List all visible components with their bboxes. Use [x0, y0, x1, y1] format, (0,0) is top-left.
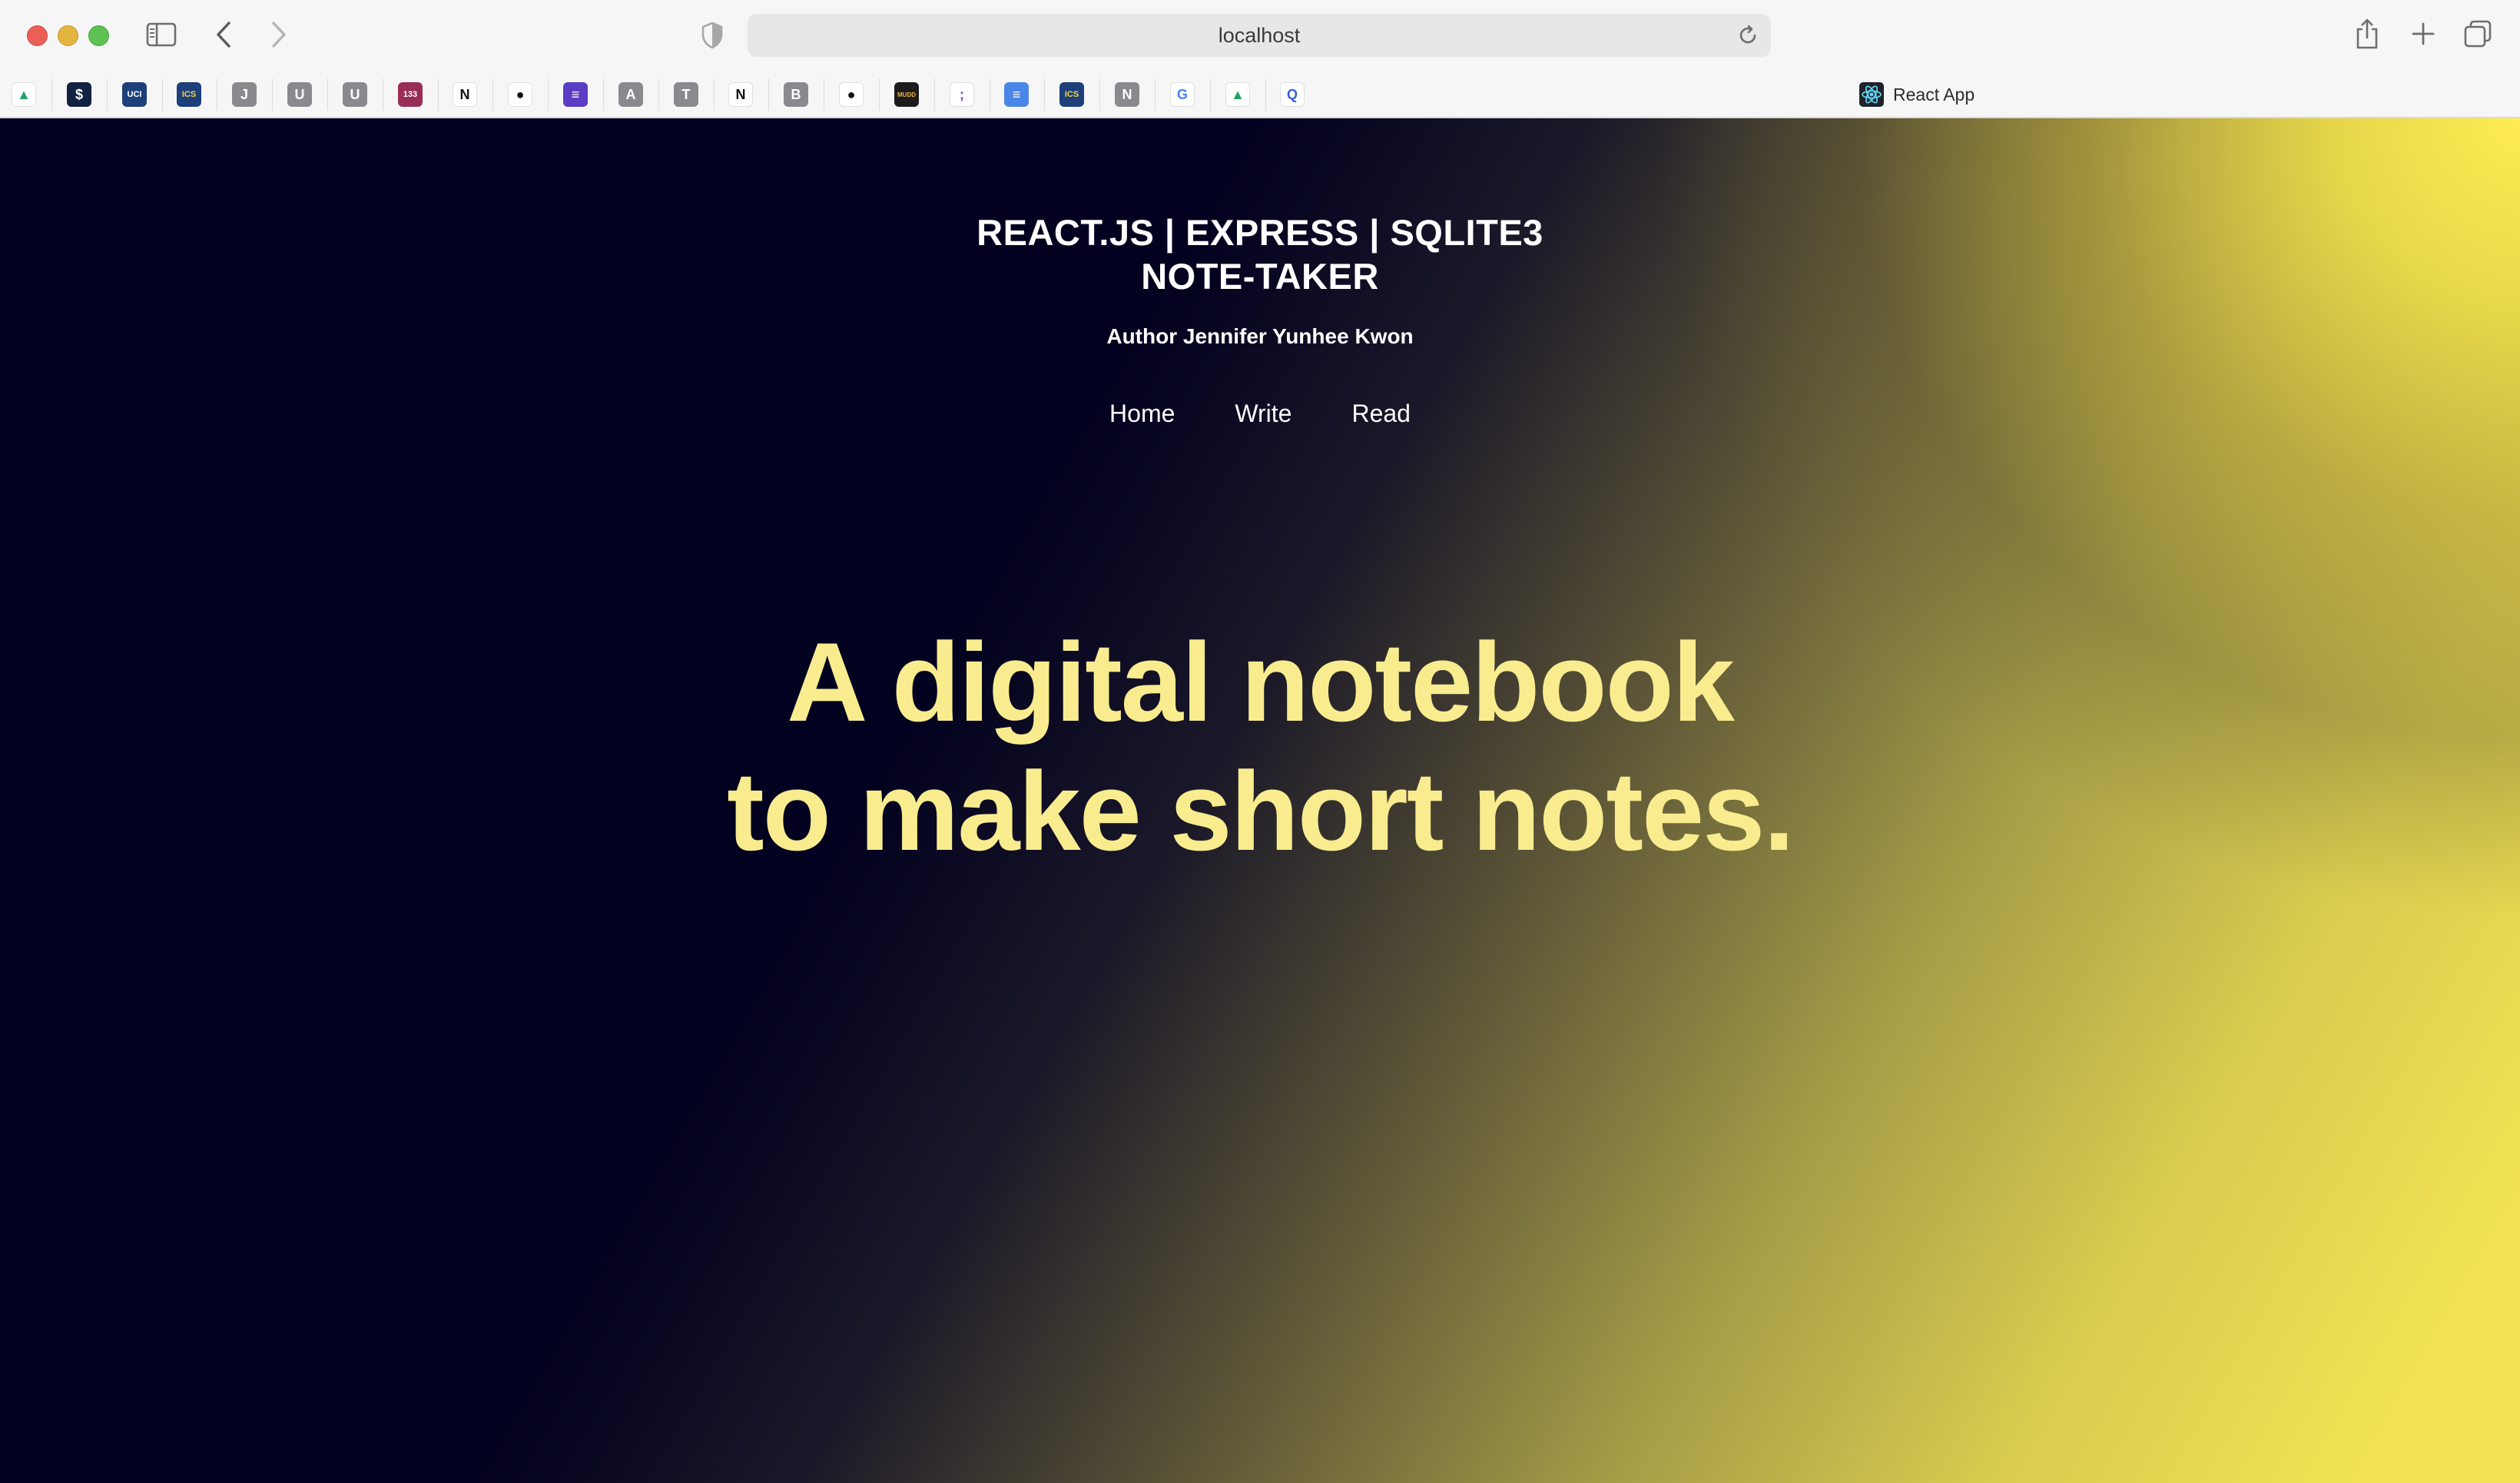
- back-button[interactable]: [214, 20, 235, 49]
- chevron-left-icon: [217, 22, 230, 48]
- forward-button[interactable]: [267, 20, 289, 49]
- letter-u-icon-2[interactable]: U: [343, 82, 367, 107]
- github-icon[interactable]: ●: [508, 82, 532, 107]
- tab-overview-button[interactable]: [2462, 18, 2493, 49]
- sidebar-icon: [146, 22, 177, 47]
- google-drive-icon[interactable]: ▲: [12, 82, 36, 107]
- reload-icon[interactable]: [1736, 23, 1760, 48]
- hero-heading: A digital notebook to make short notes.: [0, 618, 2520, 876]
- list-icon[interactable]: ≡: [563, 82, 588, 107]
- page-content: REACT.JS | EXPRESS | SQLITE3 NOTE-TAKER …: [0, 118, 2520, 1483]
- address-bar[interactable]: localhost: [748, 14, 1771, 57]
- page-title: REACT.JS | EXPRESS | SQLITE3 NOTE-TAKER: [0, 211, 2520, 298]
- google-drive-icon-2[interactable]: ▲: [1225, 82, 1250, 107]
- plus-icon: [2412, 22, 2435, 45]
- favorites-separator: [327, 78, 328, 111]
- uci-icon[interactable]: UCI: [122, 82, 147, 107]
- nav-read-link[interactable]: Read: [1351, 400, 1411, 428]
- favorites-bar: ▲ $ UCI ICS J U U 133 N ● ≡ A T N B ● MUDD; ≡ ICS N G ▲ Q Reac…: [0, 71, 2520, 118]
- favorites-separator: [879, 78, 880, 111]
- sidebar-toggle-button[interactable]: [146, 22, 177, 48]
- favorites-separator: [934, 78, 935, 111]
- google-docs-icon[interactable]: ≡: [1004, 82, 1029, 107]
- favorites-separator: [107, 78, 108, 111]
- chevron-right-icon: [272, 22, 286, 48]
- favorites-separator: [548, 78, 549, 111]
- github-icon-2[interactable]: ●: [839, 82, 864, 107]
- favorites-separator: [1099, 78, 1100, 111]
- favorites-separator: [438, 78, 439, 111]
- uci-ics-icon-2[interactable]: ICS: [1059, 82, 1084, 107]
- notion-icon[interactable]: N: [453, 82, 477, 107]
- new-tab-button[interactable]: [2408, 18, 2439, 49]
- badge-133-icon[interactable]: 133: [398, 82, 423, 107]
- favorites-separator: [1265, 78, 1266, 111]
- nav-write-link[interactable]: Write: [1235, 400, 1292, 428]
- author-credit: Author Jennifer Yunhee Kwon: [1106, 324, 1414, 348]
- dollar-icon[interactable]: $: [67, 82, 91, 107]
- notion-icon-2[interactable]: N: [728, 82, 753, 107]
- main-nav: Home Write Read: [0, 400, 2520, 428]
- address-text: localhost: [1218, 23, 1301, 47]
- letter-j-icon[interactable]: J: [232, 82, 257, 107]
- shield-icon: [701, 22, 723, 49]
- letter-t-icon[interactable]: T: [674, 82, 698, 107]
- favorites-separator: [1155, 78, 1156, 111]
- google-icon[interactable]: G: [1170, 82, 1195, 107]
- letter-n-icon[interactable]: N: [1115, 82, 1139, 107]
- favorites-separator: [162, 78, 163, 111]
- share-button[interactable]: [2353, 17, 2381, 51]
- q-icon[interactable]: Q: [1280, 82, 1305, 107]
- favorites-separator: [658, 78, 659, 111]
- uci-ics-icon[interactable]: ICS: [177, 82, 201, 107]
- browser-toolbar: localhost: [0, 0, 2520, 71]
- favorites-separator: [492, 78, 493, 111]
- favorites-separator: [51, 78, 52, 111]
- favorites-separator: [272, 78, 273, 111]
- letter-b-icon[interactable]: B: [784, 82, 808, 107]
- favorites-separator: [603, 78, 604, 111]
- share-icon: [2356, 18, 2378, 49]
- hero-line-2: to make short notes.: [727, 748, 1795, 874]
- letter-a-icon[interactable]: A: [618, 82, 643, 107]
- favorites-separator: [1210, 78, 1211, 111]
- minimize-window-button[interactable]: [58, 25, 78, 46]
- browser-window: localhost ▲ $ UCI ICS J U U 133 N ● ≡ A …: [0, 0, 2520, 1483]
- page-title-line-2: NOTE-TAKER: [1141, 256, 1379, 297]
- react-icon: [1859, 82, 1884, 107]
- tab-overview-icon: [2464, 20, 2492, 48]
- tab-title: React App: [1893, 84, 1975, 105]
- favorites-separator: [714, 78, 715, 111]
- nav-home-link[interactable]: Home: [1109, 400, 1175, 428]
- letter-u-icon[interactable]: U: [287, 82, 312, 107]
- hero-line-1: A digital notebook: [787, 619, 1735, 745]
- close-window-button[interactable]: [27, 25, 48, 46]
- favorites-separator: [768, 78, 769, 111]
- privacy-report-button[interactable]: [699, 22, 725, 49]
- tab-react-app[interactable]: React App: [1859, 81, 1975, 108]
- mudd-icon[interactable]: MUDD: [894, 82, 919, 107]
- maximize-window-button[interactable]: [88, 25, 109, 46]
- favorites-separator: [1044, 78, 1045, 111]
- page-title-line-1: REACT.JS | EXPRESS | SQLITE3: [976, 212, 1544, 253]
- semicolon-icon[interactable]: ;: [950, 82, 974, 107]
